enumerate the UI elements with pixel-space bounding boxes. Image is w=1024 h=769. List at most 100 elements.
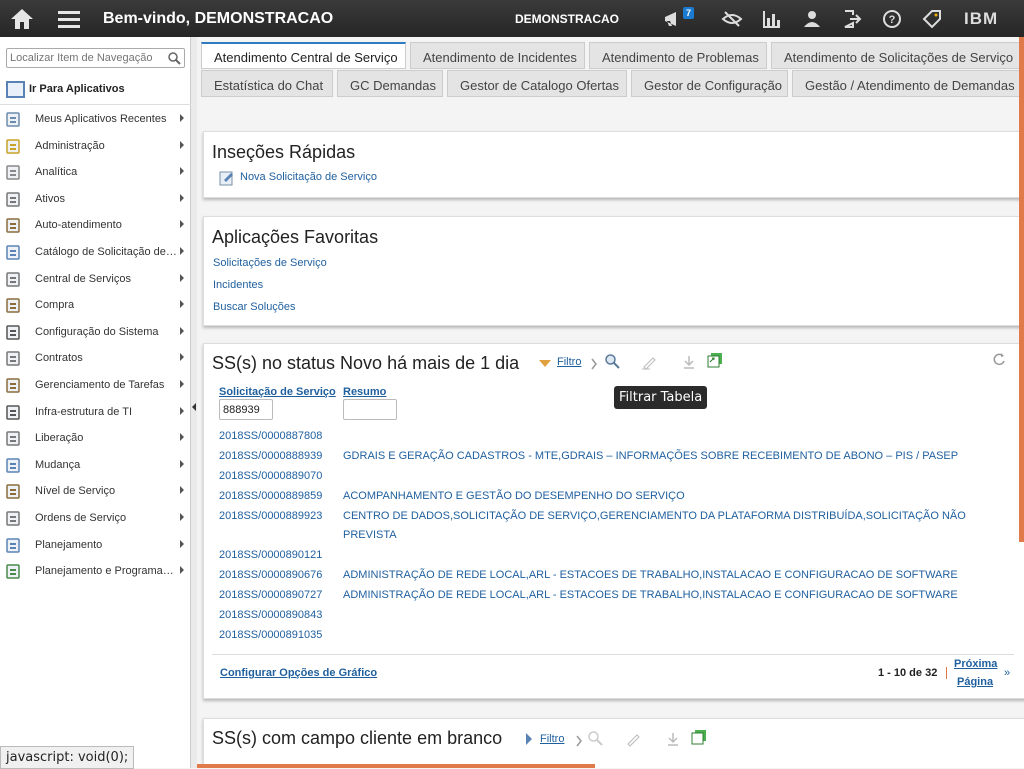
sidebar-item-18[interactable]: Planejamento e Programação bbox=[0, 558, 191, 584]
tag-icon[interactable] bbox=[921, 8, 943, 30]
home-icon[interactable] bbox=[8, 7, 36, 31]
clear-filter-icon[interactable] bbox=[641, 354, 657, 370]
refresh-icon[interactable] bbox=[992, 352, 1006, 366]
next-page-link[interactable]: Próxima bbox=[954, 658, 997, 670]
pager-divider bbox=[946, 667, 947, 679]
sidebar-item-17[interactable]: Planejamento bbox=[0, 532, 191, 558]
go-to-applications[interactable]: Ir Para Aplicativos bbox=[0, 77, 191, 105]
column-header-resumo[interactable]: Resumo bbox=[343, 386, 386, 398]
request-id-link[interactable]: 2018SS/0000889923 bbox=[219, 510, 322, 522]
tab-gestor-catalogo[interactable]: Gestor de Catalogo Ofertas bbox=[447, 70, 627, 97]
sidebar-item-label: Catálogo de Solicitação de ... bbox=[35, 246, 178, 258]
next-arrows-icon[interactable]: » bbox=[1004, 667, 1010, 679]
request-id-link[interactable]: 2018SS/0000889070 bbox=[219, 470, 322, 482]
sidebar-item-12[interactable]: Infra-estrutura de TI bbox=[0, 399, 191, 425]
chevron-right-icon bbox=[180, 300, 184, 309]
help-icon[interactable]: ? bbox=[881, 8, 903, 30]
configure-chart-options-link[interactable]: Configurar Opções de Gráfico bbox=[220, 667, 377, 679]
sidebar-item-9[interactable]: Configuração do Sistema bbox=[0, 319, 191, 345]
chevron-right-icon bbox=[180, 114, 184, 122]
favorite-link-solicitacoes[interactable]: Solicitações de Serviço bbox=[213, 257, 327, 269]
request-summary[interactable]: CENTRO DE DADOS,SOLICITAÇÃO DE SERVIÇO,G… bbox=[343, 507, 983, 545]
request-id-link[interactable]: 2018SS/0000890727 bbox=[219, 589, 322, 601]
filter-id-input[interactable] bbox=[219, 399, 273, 420]
sidebar-item-label: Mudança bbox=[35, 458, 81, 471]
navigation-sidebar: Ir Para Aplicativos Meus Aplicativos Rec… bbox=[0, 37, 191, 768]
export-icon[interactable] bbox=[707, 352, 723, 368]
sidebar-item-6[interactable]: Catálogo de Solicitação de ... bbox=[0, 239, 191, 265]
download-icon[interactable] bbox=[665, 731, 681, 747]
sidebar-item-1[interactable]: Meus Aplicativos Recentes bbox=[0, 106, 191, 132]
tab-atendimento-problemas[interactable]: Atendimento de Problemas bbox=[589, 42, 767, 69]
favorite-link-buscar-solucoes[interactable]: Buscar Soluções bbox=[213, 301, 296, 313]
tab-atendimento-solicitacoes[interactable]: Atendimento de Solicitações de Serviço bbox=[771, 42, 1024, 69]
new-service-request-link[interactable]: Nova Solicitação de Serviço bbox=[240, 171, 377, 183]
sidebar-item-10[interactable]: Contratos bbox=[0, 345, 191, 371]
horizontal-scrollbar[interactable] bbox=[197, 764, 595, 768]
chevron-right-icon bbox=[591, 358, 597, 370]
bar-chart-icon[interactable] bbox=[761, 8, 783, 30]
release-icon bbox=[6, 431, 20, 446]
logout-icon[interactable] bbox=[841, 8, 863, 30]
sidebar-item-7[interactable]: Central de Serviços bbox=[0, 266, 191, 292]
megaphone-icon[interactable] bbox=[662, 8, 684, 30]
request-id-link[interactable]: 2018SS/0000890843 bbox=[219, 609, 322, 621]
filter-arrow-icon[interactable] bbox=[538, 354, 552, 370]
tab-atendimento-central[interactable]: Atendimento Central de Serviço bbox=[201, 42, 406, 69]
tab-gc-demandas[interactable]: GC Demandas bbox=[337, 70, 443, 97]
tab-estatistica-chat[interactable]: Estatística do Chat bbox=[201, 70, 333, 97]
favorite-link-incidentes[interactable]: Incidentes bbox=[213, 279, 263, 291]
sidebar-item-13[interactable]: Liberação bbox=[0, 425, 191, 451]
request-id-link[interactable]: 2018SS/0000890676 bbox=[219, 569, 322, 581]
request-id-link[interactable]: 2018SS/0000889859 bbox=[219, 490, 322, 502]
request-id-link[interactable]: 2018SS/0000888939 bbox=[219, 450, 322, 462]
assets-icon bbox=[6, 192, 20, 207]
chevron-right-icon bbox=[180, 433, 184, 442]
request-summary[interactable]: GDRAIS E GERAÇÃO CADASTROS - MTE,GDRAIS … bbox=[343, 447, 983, 466]
search-icon[interactable] bbox=[167, 51, 181, 65]
sidebar-item-15[interactable]: Nível de Serviço bbox=[0, 478, 191, 504]
filter-arrow-icon[interactable] bbox=[524, 731, 534, 747]
search-table-icon[interactable] bbox=[587, 730, 603, 746]
eye-off-icon[interactable] bbox=[721, 8, 743, 30]
request-id-link[interactable]: 2018SS/0000887808 bbox=[219, 430, 322, 442]
search-table-icon[interactable] bbox=[604, 353, 620, 369]
menu-icon[interactable] bbox=[57, 9, 81, 29]
next-page-link-line2[interactable]: Página bbox=[957, 676, 993, 688]
sidebar-item-label: Liberação bbox=[35, 432, 84, 445]
nav-search-input[interactable] bbox=[10, 49, 160, 67]
collapse-arrow-icon[interactable] bbox=[192, 403, 196, 411]
sidebar-item-4[interactable]: Ativos bbox=[0, 186, 191, 212]
tab-gestor-configuracao[interactable]: Gestor de Configuração bbox=[631, 70, 788, 97]
sidebar-item-3[interactable]: Analítica bbox=[0, 159, 191, 185]
sidebar-item-label: Planejamento bbox=[35, 538, 103, 551]
favorites-title: Aplicações Favoritas bbox=[212, 227, 379, 247]
filter-summary-input[interactable] bbox=[343, 399, 397, 420]
tab-gestao-demandas[interactable]: Gestão / Atendimento de Demandas bbox=[792, 70, 1024, 97]
column-header-solicitacao[interactable]: Solicitação de Serviço bbox=[219, 386, 336, 398]
ibm-logo: IBM bbox=[964, 9, 999, 28]
sidebar-item-5[interactable]: Auto-atendimento bbox=[0, 212, 191, 238]
request-summary[interactable]: ADMINISTRAÇÃO DE REDE LOCAL,ARL - ESTACO… bbox=[343, 586, 983, 605]
sidebar-item-2[interactable]: Administração bbox=[0, 133, 191, 159]
export-icon[interactable] bbox=[691, 729, 707, 745]
user-icon[interactable] bbox=[801, 8, 823, 30]
request-id-link[interactable]: 2018SS/0000890121 bbox=[219, 549, 322, 561]
request-summary[interactable]: ACOMPANHAMENTO E GESTÃO DO DESEMPENHO DO… bbox=[343, 487, 983, 506]
sidebar-item-8[interactable]: Compra bbox=[0, 292, 191, 318]
download-icon[interactable] bbox=[681, 354, 697, 370]
tab-atendimento-incidentes[interactable]: Atendimento de Incidentes bbox=[410, 42, 585, 69]
filter-link[interactable]: Filtro bbox=[540, 733, 564, 745]
sidebar-item-11[interactable]: Gerenciamento de Tarefas bbox=[0, 372, 191, 398]
filter-link[interactable]: Filtro bbox=[557, 356, 581, 368]
chevron-right-icon bbox=[180, 220, 184, 229]
cart-icon bbox=[6, 218, 20, 234]
vertical-scrollbar[interactable] bbox=[1019, 37, 1024, 542]
sidebar-item-14[interactable]: Mudança bbox=[0, 452, 191, 478]
sidebar-item-16[interactable]: Ordens de Serviço bbox=[0, 505, 191, 531]
request-id-link[interactable]: 2018SS/0000891035 bbox=[219, 629, 322, 641]
clear-filter-icon[interactable] bbox=[625, 731, 641, 747]
request-summary[interactable]: ADMINISTRAÇÃO DE REDE LOCAL,ARL - ESTACO… bbox=[343, 566, 983, 585]
chevron-right-icon bbox=[180, 406, 184, 415]
chevron-right-icon bbox=[180, 353, 184, 362]
